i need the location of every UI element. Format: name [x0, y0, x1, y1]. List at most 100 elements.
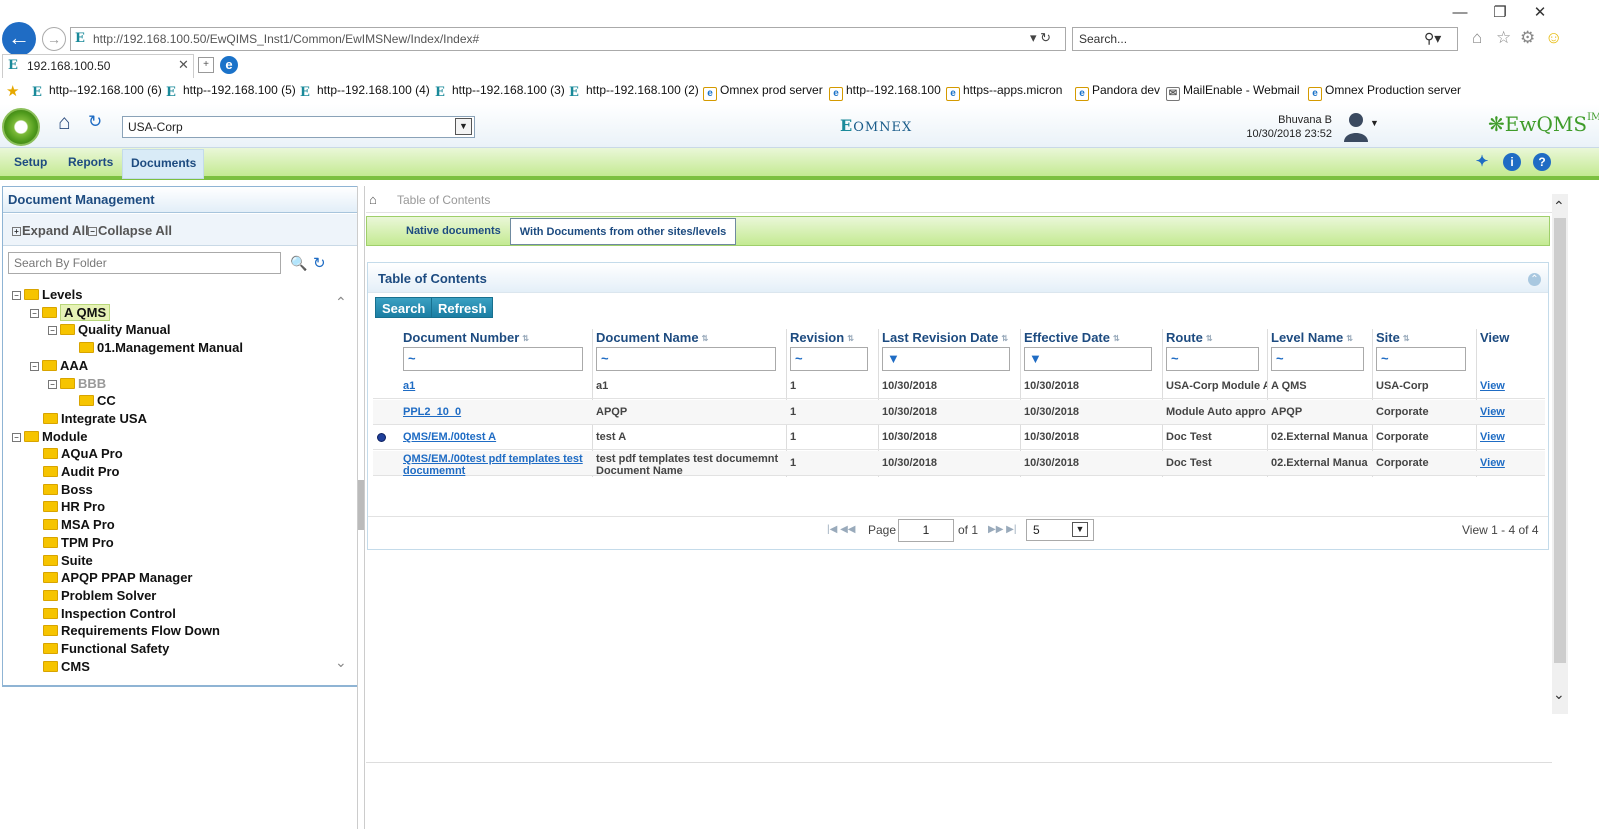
column-header[interactable]: Document Number ⇅: [403, 330, 529, 348]
tree-node[interactable]: Boss: [30, 481, 93, 499]
tree-toggle-icon[interactable]: −: [30, 361, 39, 371]
column-header[interactable]: View: [1480, 330, 1509, 348]
tree-toggle-icon[interactable]: −: [12, 432, 21, 442]
scroll-down-icon[interactable]: ⌄: [1553, 686, 1565, 703]
browser-search-input[interactable]: Search...: [1072, 27, 1458, 51]
browser-tab[interactable]: 192.168.100.50: [2, 54, 194, 78]
new-tab-icon[interactable]: +: [198, 57, 214, 73]
smiley-icon[interactable]: ☺: [1545, 28, 1562, 48]
menu-setup[interactable]: Setup: [6, 149, 55, 179]
scroll-up-icon[interactable]: ⌃: [1553, 198, 1565, 215]
sort-icon[interactable]: ⇅: [1403, 334, 1410, 343]
tab-other-sites-documents[interactable]: With Documents from other sites/levels: [510, 218, 736, 245]
collapse-all-link[interactable]: − Collapse All: [88, 223, 172, 238]
column-filter-input[interactable]: ~: [1166, 347, 1259, 371]
tree-node[interactable]: 01.Management Manual: [66, 339, 243, 357]
next-last-page-icon[interactable]: ▶▶ ▶|: [988, 524, 1016, 535]
column-header[interactable]: Site ⇅: [1376, 330, 1410, 348]
folder-search-icon[interactable]: 🔍: [290, 255, 307, 272]
sort-icon[interactable]: ⇅: [847, 334, 854, 343]
gear-icon[interactable]: ⚙: [1520, 28, 1535, 48]
tree-toggle-icon[interactable]: −: [12, 291, 21, 300]
column-filter-input[interactable]: ▼: [882, 347, 1010, 371]
forward-button[interactable]: →: [42, 27, 66, 51]
cell-view[interactable]: View: [1480, 406, 1538, 418]
scroll-down-icon[interactable]: ⌄: [335, 654, 347, 671]
breadcrumb-home-icon[interactable]: ⌂: [369, 192, 377, 207]
column-header[interactable]: Document Name ⇅: [596, 330, 708, 348]
collapse-panel-icon[interactable]: ⌃: [1528, 273, 1541, 286]
favorite-link[interactable]: Ehttp--192.168.100 (4): [300, 83, 430, 100]
favorite-link[interactable]: e Pandora dev: [1075, 83, 1160, 101]
close-window-button[interactable]: ✕: [1520, 2, 1560, 24]
scrollbar-thumb[interactable]: [1554, 218, 1566, 663]
sort-icon[interactable]: ⇅: [702, 334, 709, 343]
address-bar[interactable]: http://192.168.100.50/EwQIMS_Inst1/Commo…: [70, 27, 1066, 51]
column-filter-input[interactable]: ~: [1376, 347, 1466, 371]
tree-node[interactable]: CMS: [30, 658, 90, 676]
favorite-link[interactable]: e Omnex prod server: [703, 83, 823, 101]
info-icon[interactable]: i: [1503, 153, 1521, 171]
tree-toggle-icon[interactable]: −: [48, 379, 57, 389]
tree-node[interactable]: Requirements Flow Down: [30, 622, 220, 640]
favorite-link[interactable]: Ehttp--192.168.100 (5): [166, 83, 296, 100]
pin-icon[interactable]: ✦: [1473, 153, 1491, 171]
sort-icon[interactable]: ⇅: [1113, 334, 1120, 343]
home-icon[interactable]: ⌂: [1472, 28, 1482, 48]
tree-node[interactable]: Problem Solver: [30, 587, 156, 605]
tree-node[interactable]: Integrate USA: [30, 410, 147, 428]
minimize-button[interactable]: —: [1440, 2, 1480, 24]
search-button[interactable]: Search: [375, 297, 433, 318]
search-icon[interactable]: ⚲▾: [1424, 30, 1441, 47]
favorite-link[interactable]: Ehttp--192.168.100 (6): [32, 83, 162, 100]
tree-node[interactable]: − BBB: [48, 375, 106, 393]
tree-node[interactable]: − A QMS: [30, 303, 111, 322]
favorite-link[interactable]: e http--192.168.100: [829, 83, 941, 101]
tree-node[interactable]: − Levels: [12, 286, 82, 304]
column-filter-input[interactable]: ~: [1271, 347, 1364, 371]
tree-node[interactable]: − AAA: [30, 357, 88, 375]
column-filter-input[interactable]: ~: [596, 347, 776, 371]
tree-node[interactable]: Suite: [30, 552, 93, 570]
column-filter-input[interactable]: ~: [403, 347, 583, 371]
avatar[interactable]: [1342, 110, 1370, 142]
cell-doc-number[interactable]: PPL2_10_0: [403, 406, 591, 418]
site-select[interactable]: USA-Corp: [122, 116, 475, 138]
column-header[interactable]: Route ⇅: [1166, 330, 1213, 348]
tree-node[interactable]: Audit Pro: [30, 463, 120, 481]
tree-node[interactable]: TPM Pro: [30, 534, 114, 552]
tree-node[interactable]: CC: [66, 392, 116, 410]
tree-node[interactable]: Inspection Control: [30, 605, 176, 623]
favorites-star-icon[interactable]: ☆: [1496, 28, 1511, 48]
help-icon[interactable]: ?: [1533, 153, 1551, 171]
tree-node[interactable]: AQuA Pro: [30, 445, 123, 463]
close-tab-icon[interactable]: ✕: [178, 57, 189, 73]
menu-reports[interactable]: Reports: [60, 149, 121, 179]
expand-all-link[interactable]: + Expand All: [12, 223, 89, 238]
chevron-down-icon[interactable]: ▼: [455, 118, 472, 135]
home-icon[interactable]: ⌂: [58, 111, 71, 135]
tab-native-documents[interactable]: Native documents: [396, 218, 511, 244]
cell-doc-number[interactable]: QMS/EM./00test A: [403, 431, 591, 443]
ie-logo-icon[interactable]: e: [220, 56, 238, 74]
tree-refresh-icon[interactable]: ↻: [313, 254, 326, 272]
tree-node[interactable]: MSA Pro: [30, 516, 115, 534]
cell-doc-number[interactable]: QMS/EM./00test pdf templates test docume…: [403, 453, 591, 477]
refresh-button[interactable]: Refresh: [431, 297, 494, 318]
cell-doc-number[interactable]: a1: [403, 380, 591, 392]
favorite-link[interactable]: e Omnex Production server: [1308, 83, 1461, 101]
tree-node[interactable]: APQP PPAP Manager: [30, 569, 193, 587]
column-header[interactable]: Effective Date ⇅: [1024, 330, 1120, 348]
chevron-down-icon[interactable]: ▼: [1072, 522, 1088, 537]
tree-toggle-icon[interactable]: −: [30, 308, 39, 318]
sort-icon[interactable]: ⇅: [1206, 334, 1213, 343]
favorite-link[interactable]: Ehttp--192.168.100 (3): [435, 83, 565, 100]
tree-toggle-icon[interactable]: −: [48, 326, 57, 336]
favorite-link[interactable]: ✉ MailEnable - Webmail: [1166, 83, 1300, 101]
restore-button[interactable]: ❐: [1480, 2, 1520, 24]
cell-view[interactable]: View: [1480, 457, 1538, 469]
column-header[interactable]: Last Revision Date ⇅: [882, 330, 1008, 348]
sort-icon[interactable]: ⇅: [1001, 334, 1008, 343]
app-logo[interactable]: [2, 108, 40, 146]
column-header[interactable]: Level Name ⇅: [1271, 330, 1353, 348]
